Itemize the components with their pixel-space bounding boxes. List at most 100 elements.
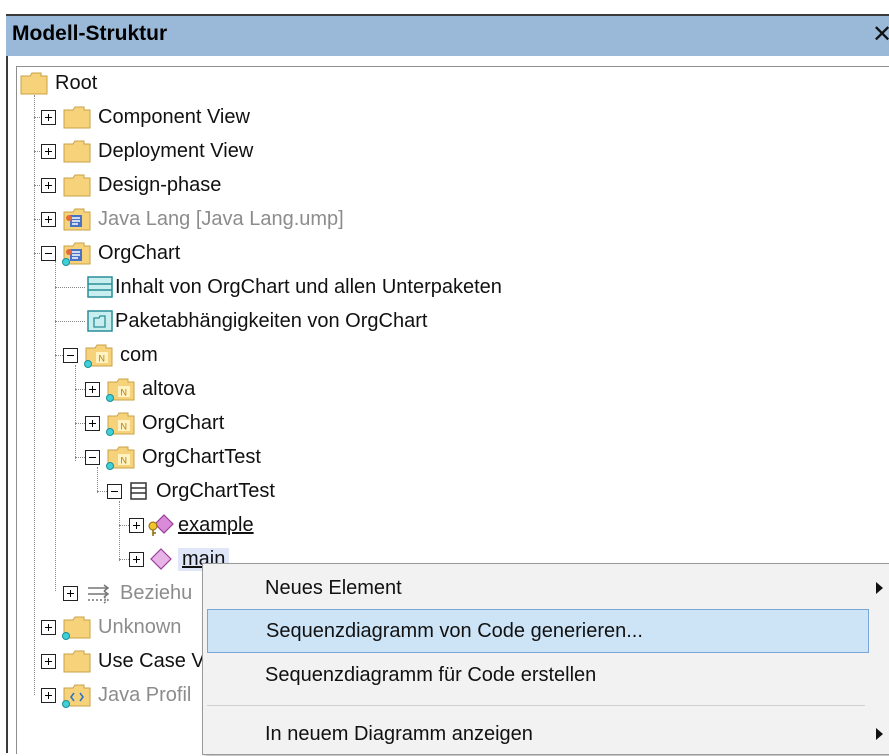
expand-plus-icon[interactable] [129,517,144,533]
tree-row-label: Inhalt von OrgChart und allen Unterpaket… [115,275,502,298]
namespace-package-icon: N [84,342,114,368]
tree-row-design-phase[interactable]: Design-phase [41,169,221,201]
tree-row-relations[interactable]: Beziehu [63,577,192,609]
svg-text:N: N [121,388,128,398]
folder-icon [62,648,92,674]
tree-row-deployment-view[interactable]: Deployment View [41,135,253,167]
expand-plus-icon[interactable] [41,177,56,193]
relations-icon [84,580,114,606]
expand-plus-icon[interactable] [41,109,56,125]
tree-row-label: Java Lang [Java Lang.ump] [98,207,344,230]
tree-row-label: Unknown [98,615,182,638]
collapse-minus-icon[interactable] [41,245,56,261]
tree-row-label: altova [142,377,196,400]
tree-row-example[interactable]: example [129,509,254,541]
menu-item-label: Sequenzdiagramm für Code erstellen [265,663,597,686]
menu-item-generate-sequence-diagram[interactable]: Sequenzdiagramm von Code generieren... [207,609,869,653]
svg-text:N: N [121,422,128,432]
expand-plus-icon[interactable] [41,619,56,635]
tree-row-label: Beziehu [120,581,193,604]
tree-guide-line [75,389,85,390]
tree-guide-line [75,457,85,458]
tree-row-label: com [120,343,158,366]
folder-icon [62,614,92,640]
tree-row-root[interactable]: Root [19,67,97,99]
folder-icon [19,70,49,96]
menu-item-show-in-new-diagram[interactable]: In neuem Diagramm anzeigen [207,712,883,756]
svg-text:N: N [99,354,106,364]
menu-item-create-sequence-diagram[interactable]: Sequenzdiagramm für Code erstellen [207,653,865,697]
tree-row-label: Deployment View [98,139,254,162]
expand-plus-icon[interactable] [63,585,78,601]
tree-row-label: Java Profil [98,683,192,706]
expand-plus-icon[interactable] [41,143,56,159]
tree-guide-line [119,501,120,561]
tree-row-use-case-view[interactable]: Use Case V [41,645,205,677]
tree-row-label: OrgChartTest [156,479,275,502]
panel-title-bar: Modell-Struktur ✕ [6,14,889,56]
tree-guide-line [119,559,129,560]
tree-row-package-dependencies[interactable]: Paketabhängigkeiten von OrgChart [85,305,427,337]
tree-row-component-view[interactable]: Component View [41,101,250,133]
folder-icon [62,104,92,130]
expand-plus-icon[interactable] [129,551,144,567]
tree-row-java-profile[interactable]: Java Profil [41,679,191,711]
class-icon [128,478,150,504]
tree-guide-line [55,287,85,288]
panel-frame-left [6,14,8,753]
submenu-arrow-icon [876,582,883,594]
expand-plus-icon[interactable] [41,211,56,227]
tree-row-label: Paketabhängigkeiten von OrgChart [115,309,428,332]
tree-row-label: Use Case V [98,649,205,672]
tree-row-java-lang[interactable]: Java Lang [Java Lang.ump] [41,203,344,235]
java-package-icon [62,240,92,266]
folder-icon [62,138,92,164]
collapse-minus-icon[interactable] [85,449,100,465]
submenu-arrow-icon [876,728,883,740]
svg-text:N: N [121,456,128,466]
tree-guide-line [75,365,76,461]
model-tree-panel: Modell-Struktur ✕ Root Component View De… [0,0,889,755]
tree-row-label: example [178,513,254,536]
tree-row-orgchart-ns[interactable]: N OrgChart [85,407,224,439]
tree-guide-line [55,321,85,322]
expand-plus-icon[interactable] [41,687,56,703]
tree-row-orgcharttest-class[interactable]: OrgChartTest [107,475,275,507]
context-menu: Neues Element Sequenzdiagramm von Code g… [202,563,889,755]
menu-item-label: In neuem Diagramm anzeigen [265,722,533,745]
operation-icon [146,546,176,572]
tree-row-altova[interactable]: N altova [85,373,195,405]
operation-key-icon [146,512,176,538]
namespace-package-icon: N [106,410,136,436]
tree-row-content-diagram[interactable]: Inhalt von OrgChart und allen Unterpaket… [85,271,502,303]
folder-icon [62,172,92,198]
expand-plus-icon[interactable] [85,415,100,431]
tree-row-orgcharttest-ns[interactable]: N OrgChartTest [85,441,261,473]
tree-guide-line [119,525,129,526]
collapse-minus-icon[interactable] [63,347,78,363]
content-diagram-icon [85,274,115,300]
tree-row-orgchart[interactable]: OrgChart [41,237,180,269]
tree-row-label: Design-phase [98,173,222,196]
package-dependency-diagram-icon [85,308,115,334]
java-profile-icon [62,682,92,708]
tree-guide-line [97,491,107,492]
menu-separator [207,705,865,706]
tree-guide-line [75,423,85,424]
tree-row-label: OrgChart [98,241,181,264]
tree-row-com[interactable]: N com [63,339,158,371]
panel-title: Modell-Struktur [12,22,168,45]
tree-row-label: OrgChartTest [142,445,261,468]
collapse-minus-icon[interactable] [107,483,122,499]
tree-row-label: Component View [98,105,250,128]
expand-plus-icon[interactable] [41,653,56,669]
menu-item-new-element[interactable]: Neues Element [207,566,883,610]
close-icon[interactable]: ✕ [872,20,889,49]
namespace-package-icon: N [106,376,136,402]
menu-item-label: Sequenzdiagramm von Code generieren... [266,619,643,642]
tree-row-unknown[interactable]: Unknown [41,611,181,643]
tree-row-label: Root [55,71,98,94]
tree-guide-line [55,261,56,591]
java-package-icon [62,206,92,232]
expand-plus-icon[interactable] [85,381,100,397]
